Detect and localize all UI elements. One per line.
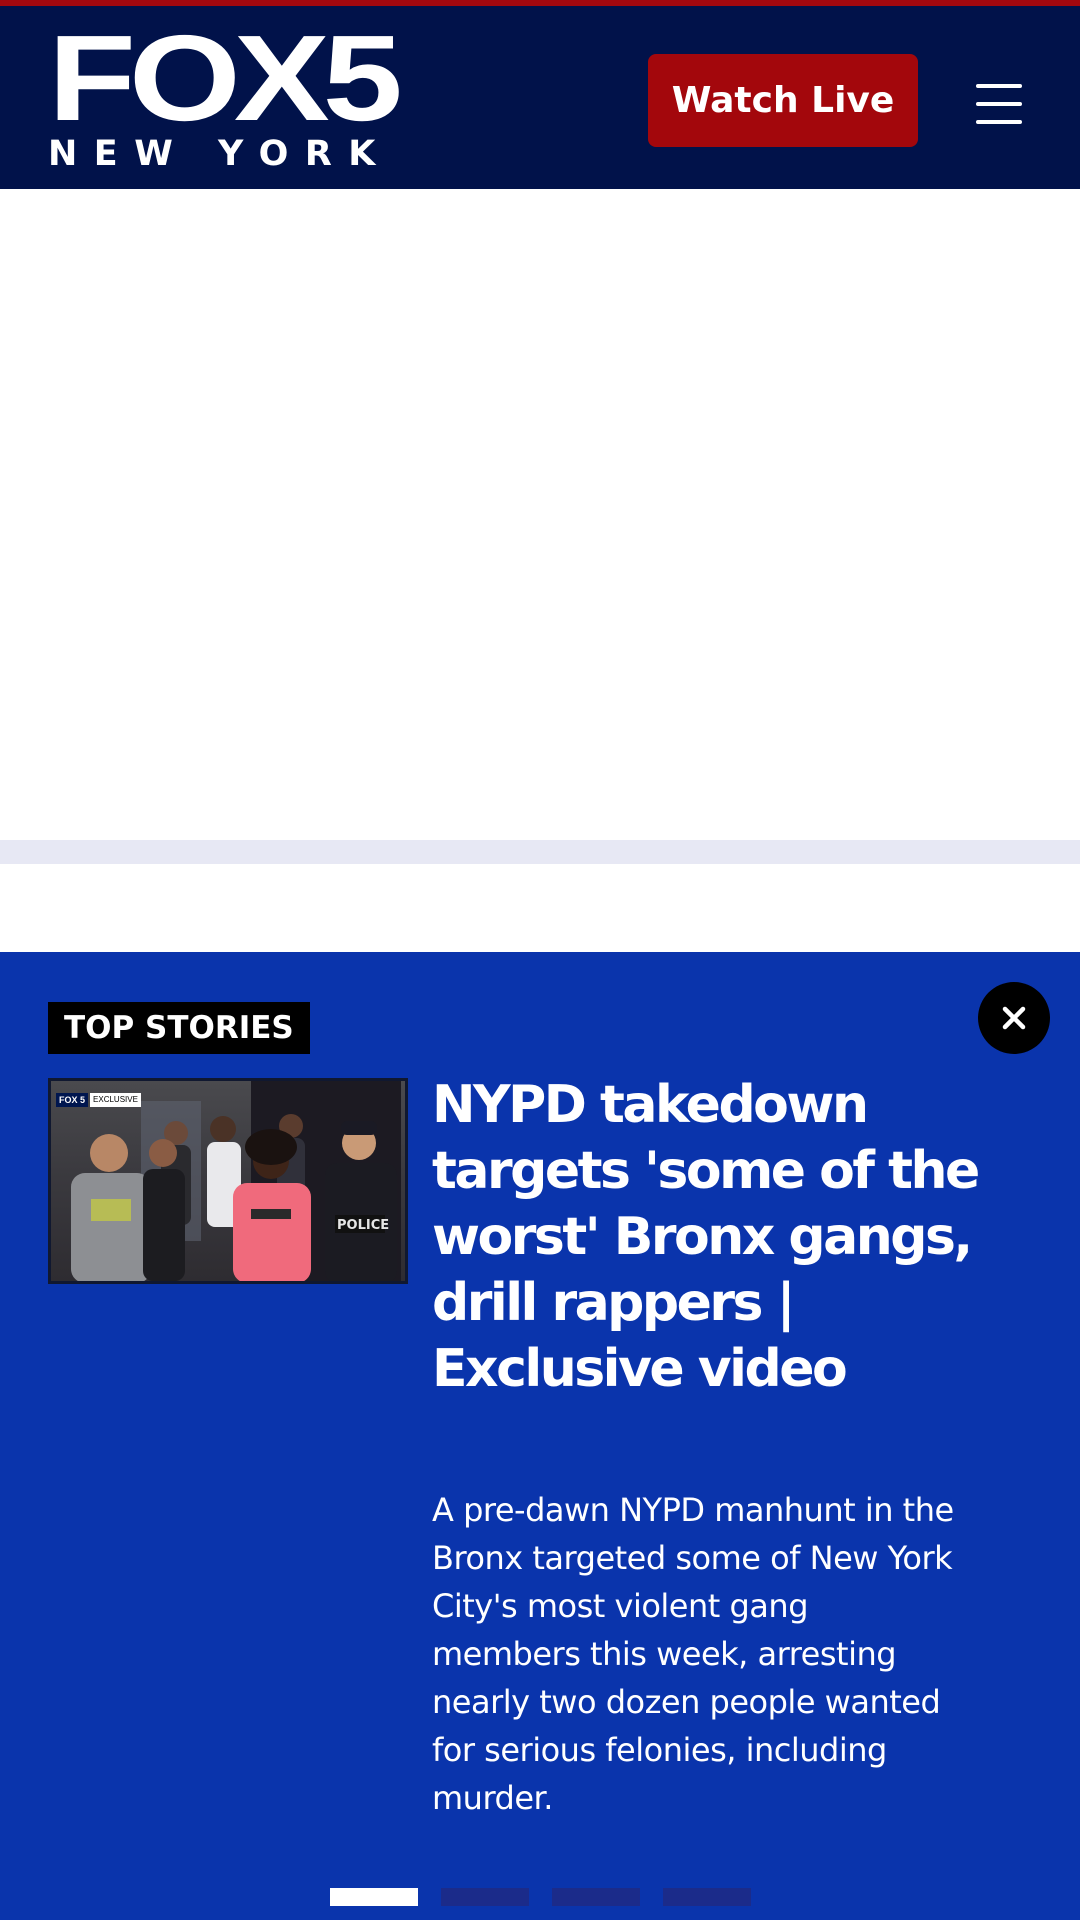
story-thumbnail[interactable]: FOX 5 EXCLUSIVE POLICE <box>48 1078 408 1284</box>
close-button[interactable] <box>978 982 1050 1054</box>
close-icon <box>1002 1006 1026 1030</box>
logo-wordmark: FOX5 <box>48 10 403 146</box>
carousel-dot-3[interactable] <box>552 1888 640 1906</box>
carousel-pagination <box>330 1888 751 1906</box>
thumbnail-people-illustration: POLICE <box>71 1114 397 1281</box>
watch-live-button[interactable]: Watch Live <box>648 54 918 147</box>
top-stories-overlay: TOP STORIES FOX 5 EXCLUSIVE POLICE NYPD … <box>0 952 1080 1920</box>
story-headline[interactable]: NYPD takedown targets 'some of the worst… <box>432 1072 1032 1402</box>
fox5-new-york-logo[interactable]: FOX5 NEW YORK <box>48 17 403 174</box>
story-summary: A pre-dawn NYPD manhunt in the Bronx tar… <box>432 1491 954 1817</box>
section-divider <box>0 840 1080 864</box>
site-header: FOX5 NEW YORK Watch Live <box>0 6 1080 189</box>
carousel-dot-1[interactable] <box>330 1888 418 1906</box>
ad-placeholder <box>0 189 1080 840</box>
page: FOX5 NEW YORK Watch Live TOP STORIES FOX… <box>0 0 1080 1920</box>
svg-text:POLICE: POLICE <box>337 1218 389 1233</box>
carousel-dot-2[interactable] <box>441 1888 529 1906</box>
top-stories-badge: TOP STORIES <box>48 1002 310 1054</box>
hamburger-menu-icon[interactable] <box>976 82 1022 126</box>
carousel-dot-4[interactable] <box>663 1888 751 1906</box>
logo-subtitle: NEW YORK <box>48 134 392 174</box>
